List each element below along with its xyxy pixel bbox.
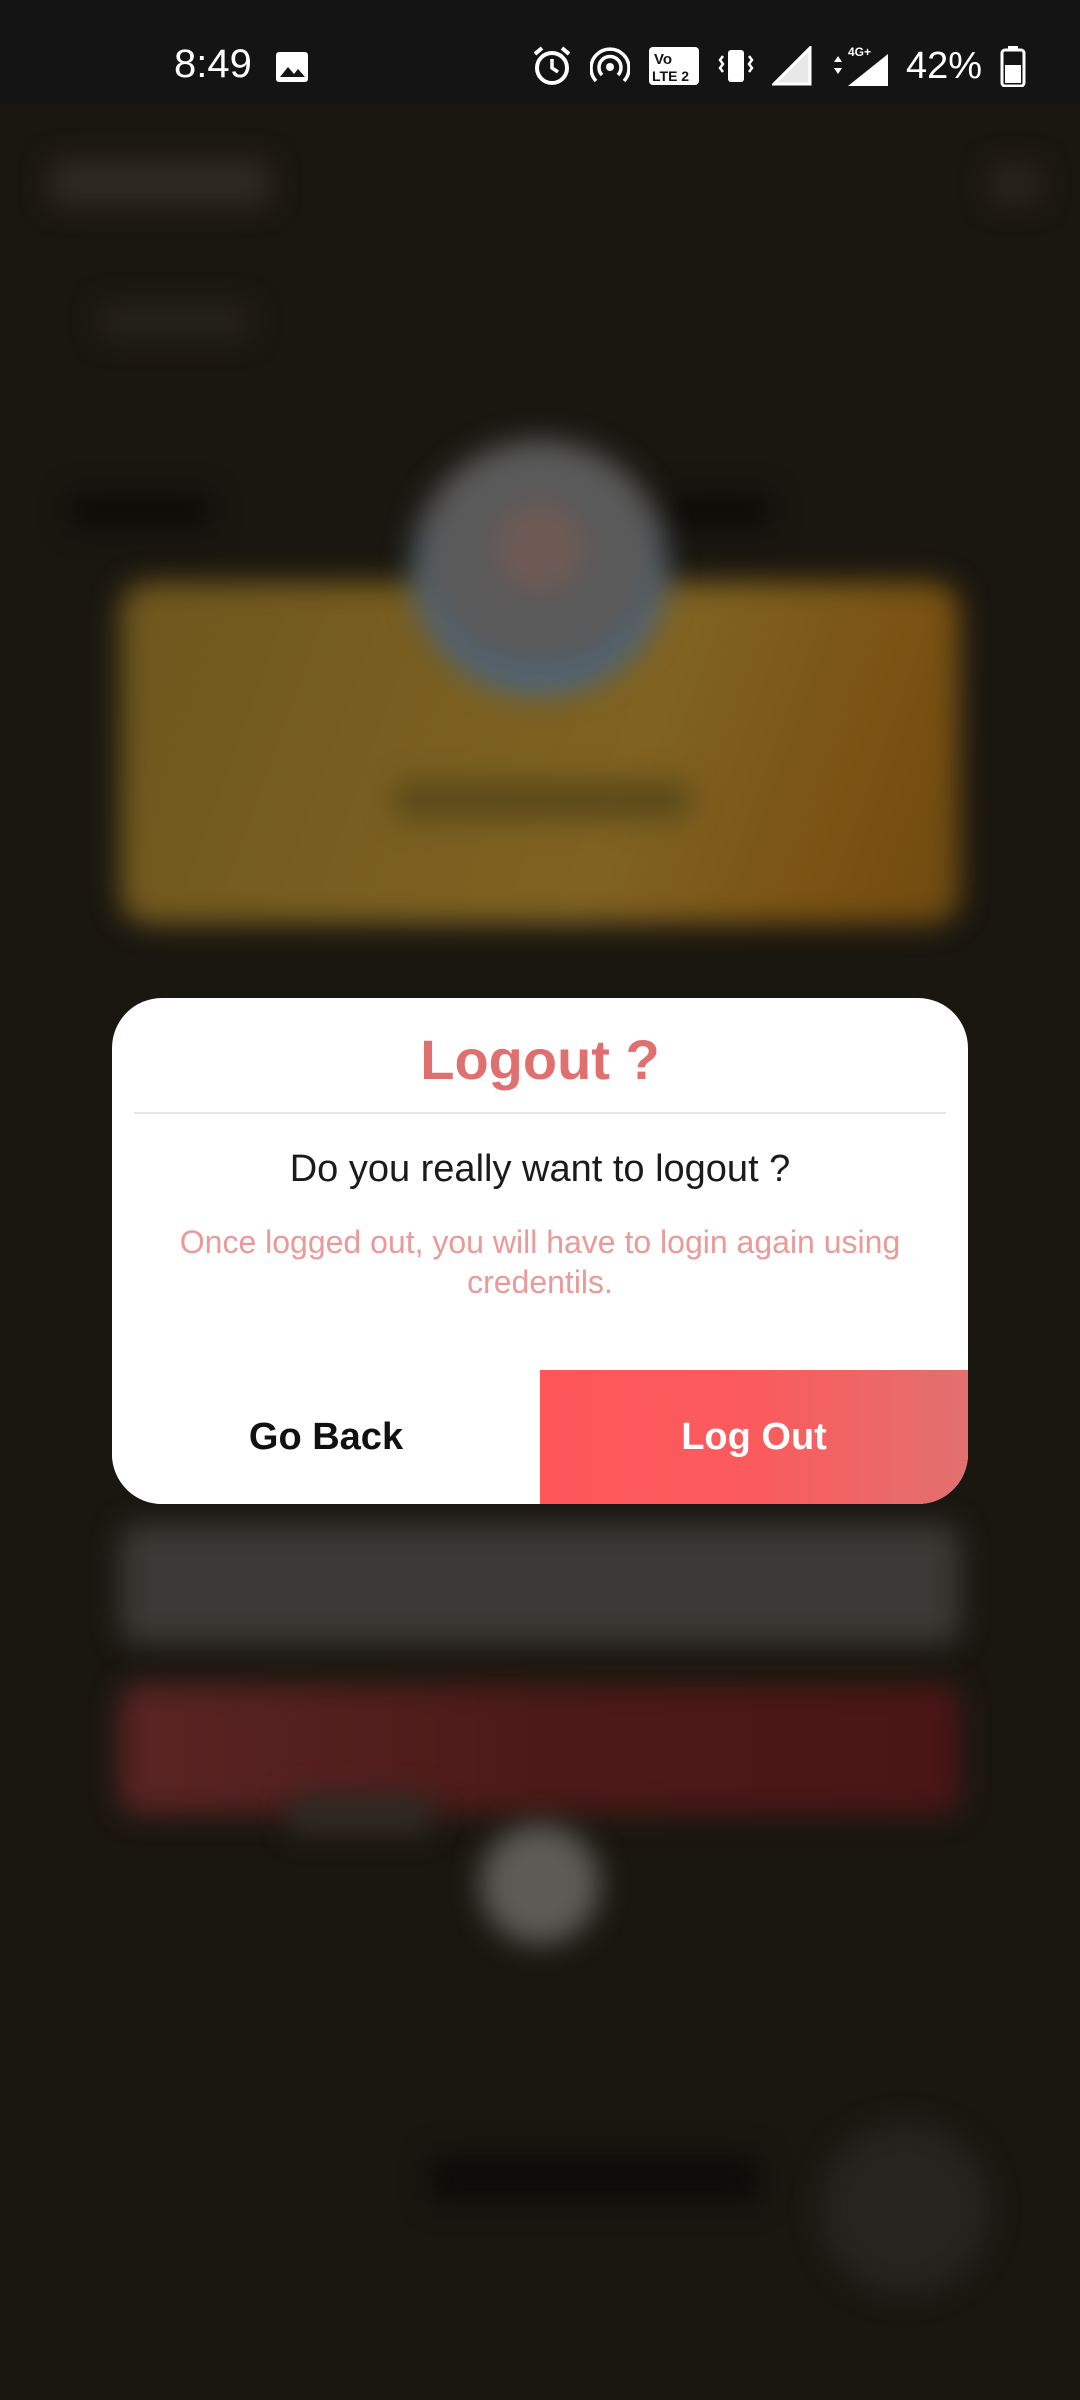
background-label bbox=[70, 494, 210, 528]
background-subtitle bbox=[100, 304, 250, 338]
dialog-divider bbox=[134, 1112, 946, 1114]
background-avatar bbox=[412, 440, 668, 696]
background-fab bbox=[820, 2124, 990, 2294]
background-app-title bbox=[50, 160, 270, 206]
svg-text:Vo: Vo bbox=[654, 51, 672, 68]
go-back-button[interactable]: Go Back bbox=[112, 1370, 540, 1504]
gallery-icon bbox=[276, 52, 308, 82]
signal-icon bbox=[771, 46, 812, 86]
status-bar: 8:49 Vo LTE 2 4G+ 42% bbox=[0, 0, 1080, 104]
hotspot-icon bbox=[589, 47, 630, 83]
background-text bbox=[290, 1794, 430, 1834]
logout-dialog: Logout ? Do you really want to logout ? … bbox=[112, 998, 968, 1504]
dialog-title: Logout ? bbox=[420, 1028, 660, 1091]
background-menu-icon bbox=[990, 164, 1040, 204]
status-time: 8:49 bbox=[174, 42, 252, 86]
battery-icon bbox=[1000, 46, 1026, 87]
volte-icon: Vo LTE 2 bbox=[648, 47, 699, 85]
log-out-button[interactable]: Log Out bbox=[540, 1370, 968, 1504]
status-icons: Vo LTE 2 4G+ 42% bbox=[514, 44, 1026, 88]
background-circle-button bbox=[480, 1824, 600, 1944]
background-profile-name bbox=[392, 780, 692, 820]
dialog-note: Once logged out, you will have to login … bbox=[179, 1224, 901, 1300]
background-footer-text bbox=[430, 2154, 760, 2204]
dialog-message: Do you really want to logout ? bbox=[289, 1148, 791, 1190]
data-4g-icon: 4G+ bbox=[833, 45, 888, 86]
background-label bbox=[670, 494, 770, 528]
background-logout-row bbox=[120, 1684, 960, 1814]
background-menu-row bbox=[120, 1524, 960, 1644]
svg-text:4G+: 4G+ bbox=[848, 45, 871, 59]
svg-text:LTE 2: LTE 2 bbox=[652, 68, 689, 84]
vibrate-icon bbox=[718, 50, 754, 82]
alarm-icon bbox=[533, 46, 571, 85]
battery-percent: 42% bbox=[905, 45, 982, 87]
